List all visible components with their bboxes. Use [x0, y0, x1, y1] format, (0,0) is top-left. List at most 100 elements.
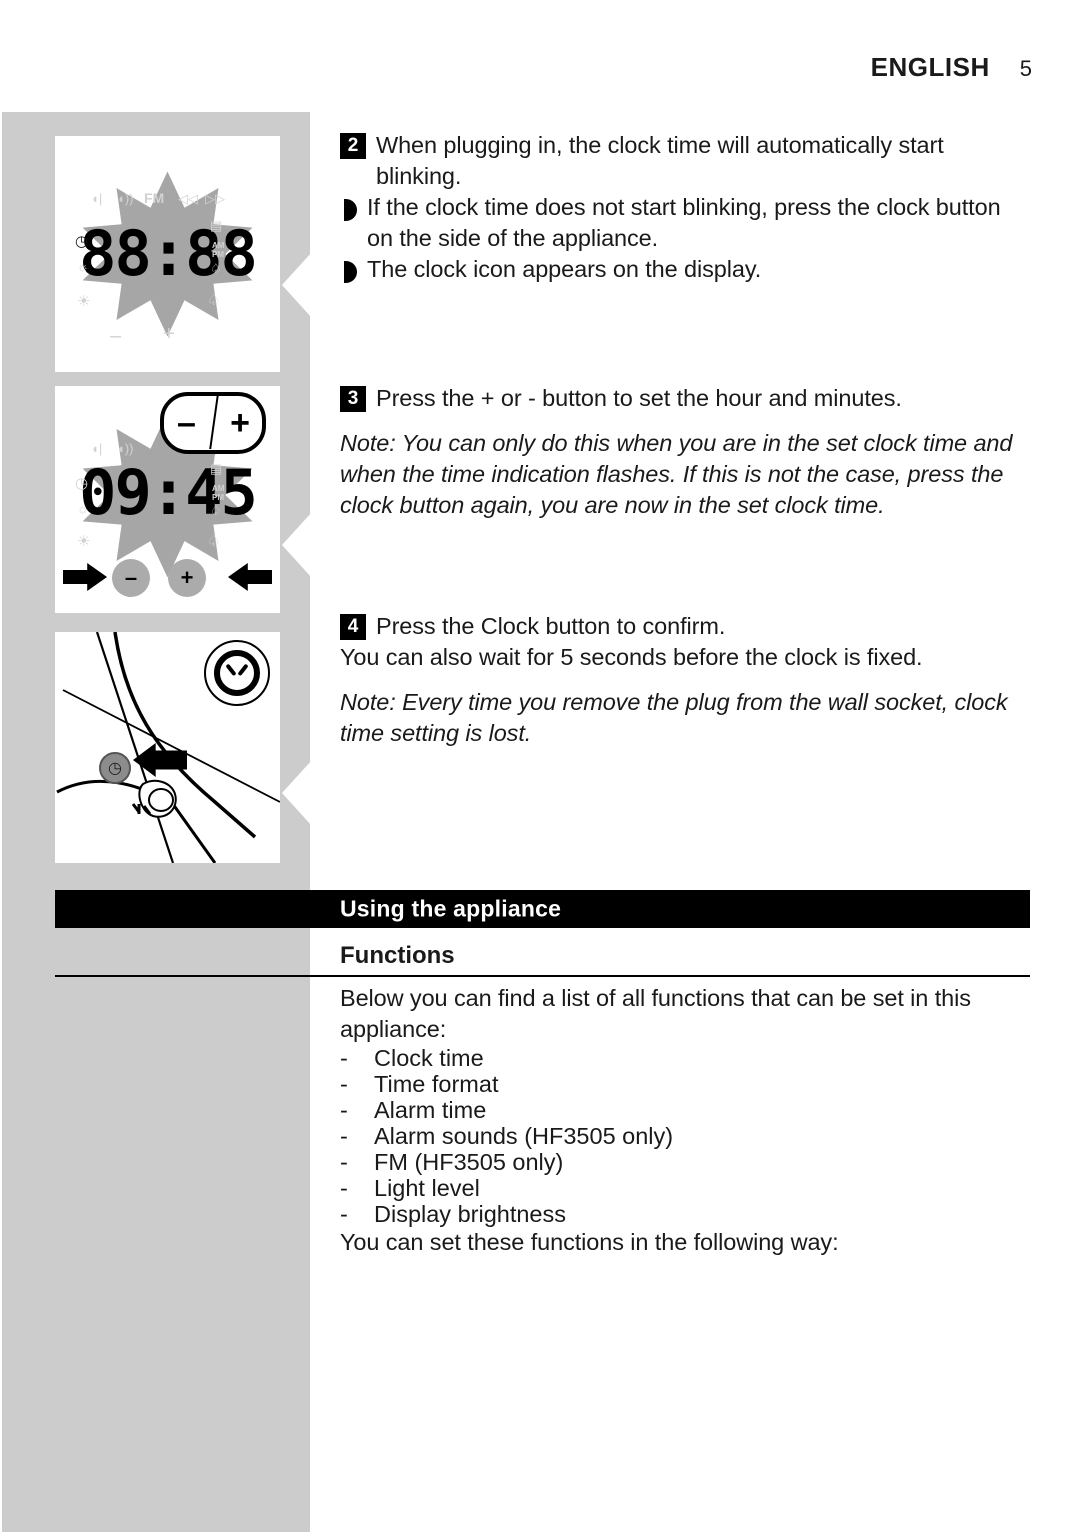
- callout-notch-2-icon: [282, 512, 312, 578]
- am-pm-icon: AM PM: [212, 241, 225, 259]
- pill-minus-label: –: [177, 404, 196, 442]
- list-item: - Time format: [340, 1071, 1020, 1097]
- list-item-label: Clock time: [374, 1045, 484, 1071]
- plus-minus-button[interactable]: – +: [160, 392, 266, 454]
- step-2-number: 2: [340, 133, 366, 159]
- radio-2-icon: ▤: [210, 461, 223, 476]
- functions-outro: You can set these functions in the follo…: [340, 1229, 839, 1255]
- list-item-label: Light level: [374, 1175, 480, 1201]
- clock-hand-minute-icon: [237, 663, 249, 677]
- step-2-text: When plugging in, the clock time will au…: [376, 132, 944, 189]
- clock-2-icon: ◷: [75, 475, 89, 492]
- callout-notch-1-icon: [282, 252, 312, 318]
- step-4-text: Press the Clock button to confirm.: [376, 613, 726, 639]
- am-pm-2-icon: AM PM: [212, 484, 225, 502]
- volume-down-icon: ◖|: [91, 191, 103, 206]
- subheading-functions: Functions: [340, 942, 455, 969]
- fm-icon: FM: [144, 190, 165, 206]
- list-item: - FM (HF3505 only): [340, 1149, 1020, 1175]
- instruction-column: 2 When plugging in, the clock time will …: [340, 130, 1020, 749]
- step-3-note: Note: You can only do this when you are …: [340, 430, 1013, 518]
- list-item: - Display brightness: [340, 1201, 1020, 1227]
- section-banner: Using the appliance: [55, 890, 1030, 928]
- volume-up-icon: ◖)): [117, 191, 134, 206]
- step-4-number: 4: [340, 614, 366, 640]
- lcd-digits-2: 09:45: [79, 455, 258, 529]
- functions-intro: Below you can find a list of all functio…: [340, 985, 971, 1042]
- list-item-label: Alarm sounds (HF3505 only): [374, 1123, 674, 1149]
- list-item: - Clock time: [340, 1045, 1020, 1071]
- step-4: 4 Press the Clock button to confirm.: [340, 611, 1020, 642]
- list-dash: -: [340, 1149, 348, 1175]
- list-item-label: Alarm time: [374, 1097, 487, 1123]
- list-dash: -: [340, 1045, 348, 1071]
- lcd-digits: 88:88: [79, 217, 258, 290]
- step-2-bullet-1-text: If the clock time does not start blinkin…: [367, 194, 1001, 251]
- list-dash: -: [340, 1201, 348, 1227]
- lcd-panel: 88:88 ◖| ◖)) FM ◁◁ ▷▷ ◷ ☼ ☀ ▤ AM PM ♤ ♤ –…: [55, 136, 280, 372]
- volume-up-2-icon: ◖)): [117, 441, 134, 456]
- illustration-set-clock-time: 09:45 ◖| ◖)) ◁◁ ▷▷ ◷ ☼ ☀ ▤ AMPM ♤ ♤ – + …: [55, 386, 280, 613]
- section-banner-title: Using the appliance: [340, 895, 562, 922]
- pointer-arrow-right-icon: [63, 563, 107, 591]
- step-3-text: Press the + or - button to set the hour …: [376, 385, 902, 411]
- list-dash: -: [340, 1071, 348, 1097]
- bullet-marker-icon: [344, 199, 357, 221]
- plus-icon: +: [163, 323, 175, 345]
- clock-icon: ◷: [75, 233, 89, 250]
- step-2-bullet-2: The clock icon appears on the display.: [340, 254, 1020, 285]
- step-3-number: 3: [340, 386, 366, 412]
- list-dash: -: [340, 1097, 348, 1123]
- step-2-bullet-2-text: The clock icon appears on the display.: [367, 256, 762, 282]
- brightness-high-icon: ☀: [77, 293, 91, 310]
- list-item-label: Display brightness: [374, 1201, 567, 1227]
- list-item: - Light level: [340, 1175, 1020, 1201]
- alarm-bell-1-icon: ♤: [210, 261, 222, 276]
- brightness-high-2-icon: ☀: [77, 533, 91, 550]
- callout-notch-3-icon: [282, 760, 312, 826]
- illustration-clock-button-side: ◷: [55, 632, 280, 863]
- illustration-display-all-segments: 88:88 ◖| ◖)) FM ◁◁ ▷▷ ◷ ☼ ☀ ▤ AM PM ♤ ♤ –…: [55, 136, 280, 372]
- clock-button-emblem-icon: [204, 640, 270, 706]
- step-4-subtext: You can also wait for 5 seconds before t…: [340, 644, 923, 670]
- list-item-label: FM (HF3505 only): [374, 1149, 564, 1175]
- fast-forward-icon: ▷▷: [205, 191, 225, 206]
- volume-down-2-icon: ◖|: [91, 441, 103, 456]
- functions-list: - Clock time - Time format - Alarm time …: [340, 1045, 1020, 1227]
- page-header: ENGLISH 5: [871, 52, 1032, 83]
- alarm-bell-3-icon: ♤: [210, 503, 222, 518]
- pill-plus-label: +: [230, 404, 250, 442]
- step-2-bullet-1: If the clock time does not start blinkin…: [340, 192, 1020, 254]
- minus-button[interactable]: –: [112, 559, 150, 597]
- list-dash: -: [340, 1123, 348, 1149]
- functions-block: Below you can find a list of all functio…: [340, 983, 1020, 1258]
- pill-divider-icon: [209, 395, 219, 449]
- minus-icon: –: [110, 325, 122, 347]
- list-item-label: Time format: [374, 1071, 499, 1097]
- step-4-note: Note: Every time you remove the plug fro…: [340, 689, 1008, 746]
- horizontal-rule: [55, 975, 1030, 977]
- rewind-icon: ◁◁: [178, 191, 198, 206]
- lcd-panel-2: 09:45 ◖| ◖)) ◁◁ ▷▷ ◷ ☼ ☀ ▤ AMPM ♤ ♤ – + …: [55, 386, 280, 613]
- brightness-low-2-icon: ☼: [77, 501, 89, 516]
- step-3: 3 Press the + or - button to set the hou…: [340, 383, 1020, 414]
- pointer-arrow-left-icon: [228, 563, 272, 591]
- clock-hand-hour-icon: [225, 663, 237, 677]
- list-item: - Alarm sounds (HF3505 only): [340, 1123, 1020, 1149]
- plus-button[interactable]: +: [168, 559, 206, 597]
- list-dash: -: [340, 1175, 348, 1201]
- clock-emblem-face-icon: [214, 650, 260, 696]
- language-label: ENGLISH: [870, 52, 990, 82]
- radio-icon: ▤: [210, 218, 223, 233]
- step-2: 2 When plugging in, the clock time will …: [340, 130, 1020, 192]
- list-item: - Alarm time: [340, 1097, 1020, 1123]
- alarm-bell-2-icon: ♤: [207, 292, 221, 309]
- brightness-low-icon: ☼: [77, 259, 89, 274]
- clock-button[interactable]: ◷: [99, 752, 131, 784]
- page-number: 5: [1019, 56, 1032, 81]
- bullet-marker-2-icon: [344, 261, 357, 283]
